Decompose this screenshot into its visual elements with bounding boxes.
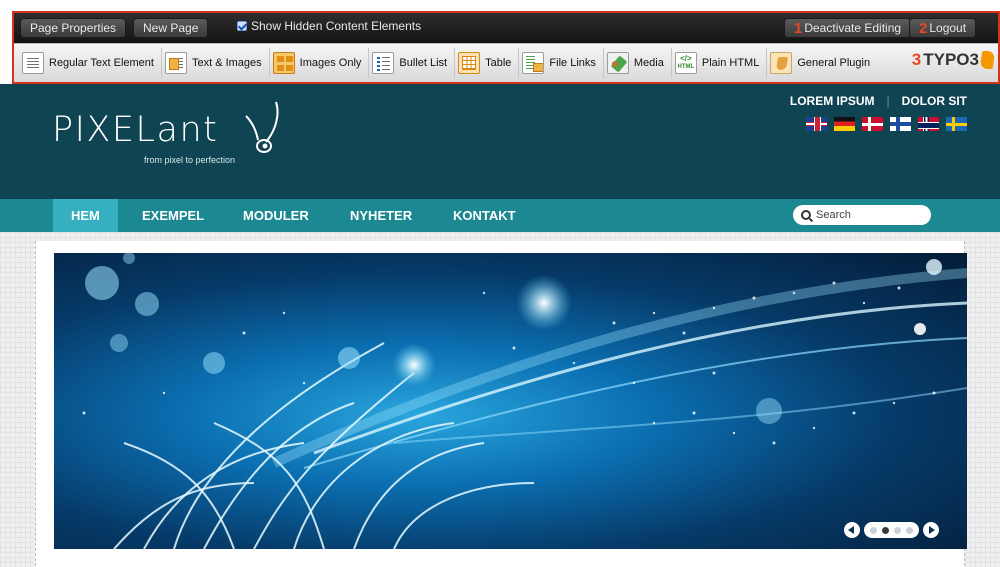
nav-item-hem[interactable]: HEM — [53, 199, 118, 232]
media-icon — [606, 52, 629, 74]
new-page-button[interactable]: New Page — [133, 18, 209, 38]
html-icon: </> HTML — [674, 52, 697, 74]
ce-images-only-button[interactable]: Images Only — [268, 48, 366, 78]
text-images-icon — [164, 52, 187, 74]
nav-item-moduler[interactable]: MODULER — [225, 199, 327, 232]
sweden-flag-icon[interactable] — [946, 117, 967, 131]
file-links-icon — [522, 52, 545, 74]
page-properties-button[interactable]: Page Properties — [20, 18, 127, 38]
ce-label: Text & Images — [191, 57, 262, 69]
deactivate-editing-button[interactable]: 1 Deactivate Editing — [784, 18, 912, 38]
ce-label: Bullet List — [399, 57, 448, 69]
nav-item-exempel[interactable]: EXEMPEL — [124, 199, 222, 232]
ce-regular-text-button[interactable]: Regular Text Element — [19, 48, 158, 78]
top-link-separator: | — [886, 94, 890, 108]
ce-general-plugin-button[interactable]: General Plugin — [766, 48, 874, 78]
top-link-lorem-ipsum[interactable]: LOREM IPSUM — [790, 94, 875, 108]
ce-label: Table — [485, 57, 512, 69]
show-hidden-label: Show Hidden Content Elements — [251, 19, 422, 33]
content-element-toolbar: Regular Text Element Text & Images Image… — [14, 43, 998, 82]
callout-number-2: 2 — [919, 20, 928, 37]
logout-button[interactable]: 2 Logout — [909, 18, 977, 38]
uk-flag-icon[interactable] — [806, 117, 827, 131]
bullet-list-icon — [372, 52, 395, 74]
ce-file-links-button[interactable]: File Links — [518, 48, 599, 78]
top-link-dolor-sit[interactable]: DOLOR SIT — [902, 94, 967, 108]
ce-label: Media — [633, 57, 664, 69]
slider-dots — [864, 522, 919, 538]
ant-mascot-icon — [245, 101, 279, 153]
hero-slide-image — [82, 253, 967, 549]
search-input[interactable] — [816, 209, 916, 221]
ce-table-button[interactable]: Table — [454, 48, 515, 78]
main-navigation: HEM EXEMPEL MODULER NYHETER KONTAKT — [0, 199, 1000, 232]
site-header: PIXELant from pixel to perfection LOREM … — [0, 84, 1000, 199]
search-box[interactable] — [793, 205, 931, 225]
nav-item-nyheter[interactable]: NYHETER — [332, 199, 430, 232]
nav-item-kontakt[interactable]: KONTAKT — [435, 199, 534, 232]
ce-text-images-button[interactable]: Text & Images — [160, 48, 266, 78]
ce-plain-html-button[interactable]: </> HTML Plain HTML — [670, 48, 763, 78]
logout-label: Logout — [929, 21, 967, 35]
typo3-logo-text: TYPO3 — [923, 50, 979, 69]
callout-number-1: 1 — [794, 20, 803, 37]
frontend-editing-toolbar: Page Properties New Page Show Hidden Con… — [12, 11, 1000, 84]
logo-tagline: from pixel to perfection — [144, 155, 236, 165]
slider-dot-active[interactable] — [882, 526, 889, 534]
table-icon — [458, 52, 481, 74]
site-logo[interactable]: PIXELant from pixel to perfection — [52, 101, 292, 170]
checkbox-checked-icon[interactable] — [237, 21, 247, 31]
slider-next-icon[interactable] — [923, 522, 939, 538]
deactivate-editing-label: Deactivate Editing — [804, 21, 902, 35]
images-only-icon — [272, 52, 295, 74]
toolbar-top-row: Page Properties New Page Show Hidden Con… — [14, 13, 998, 43]
callout-number-3: 3 — [911, 50, 922, 69]
plugin-icon — [770, 52, 793, 74]
ce-label: Regular Text Element — [49, 57, 154, 69]
norway-flag-icon[interactable] — [918, 117, 939, 131]
ce-label: File Links — [549, 57, 596, 69]
slider-dot[interactable] — [870, 526, 877, 534]
ce-bullet-list-button[interactable]: Bullet List — [368, 48, 451, 78]
show-hidden-checkbox[interactable]: Show Hidden Content Elements — [237, 19, 421, 33]
germany-flag-icon[interactable] — [834, 117, 855, 131]
ce-media-button[interactable]: Media — [602, 48, 668, 78]
ce-label: Plain HTML — [701, 57, 760, 69]
slider-dot[interactable] — [894, 526, 901, 534]
finland-flag-icon[interactable] — [890, 117, 911, 131]
slider-controls — [844, 522, 939, 538]
search-icon[interactable] — [801, 210, 811, 220]
typo3-flag-icon — [979, 51, 996, 69]
slider-dot[interactable] — [906, 526, 913, 534]
hero-image-slider — [54, 253, 967, 549]
text-element-icon — [22, 52, 44, 74]
denmark-flag-icon[interactable] — [862, 117, 883, 131]
ce-label: Images Only — [299, 57, 362, 69]
typo3-frontend-editing-page: Page Properties New Page Show Hidden Con… — [0, 0, 1000, 567]
language-switcher — [806, 117, 967, 131]
typo3-logo: 3 TYPO3 — [911, 50, 996, 70]
slider-prev-icon[interactable] — [844, 522, 860, 538]
ce-label: General Plugin — [797, 57, 871, 69]
top-links: LOREM IPSUM | DOLOR SIT — [790, 94, 967, 108]
logo-wordmark: PIXELant — [52, 110, 219, 150]
